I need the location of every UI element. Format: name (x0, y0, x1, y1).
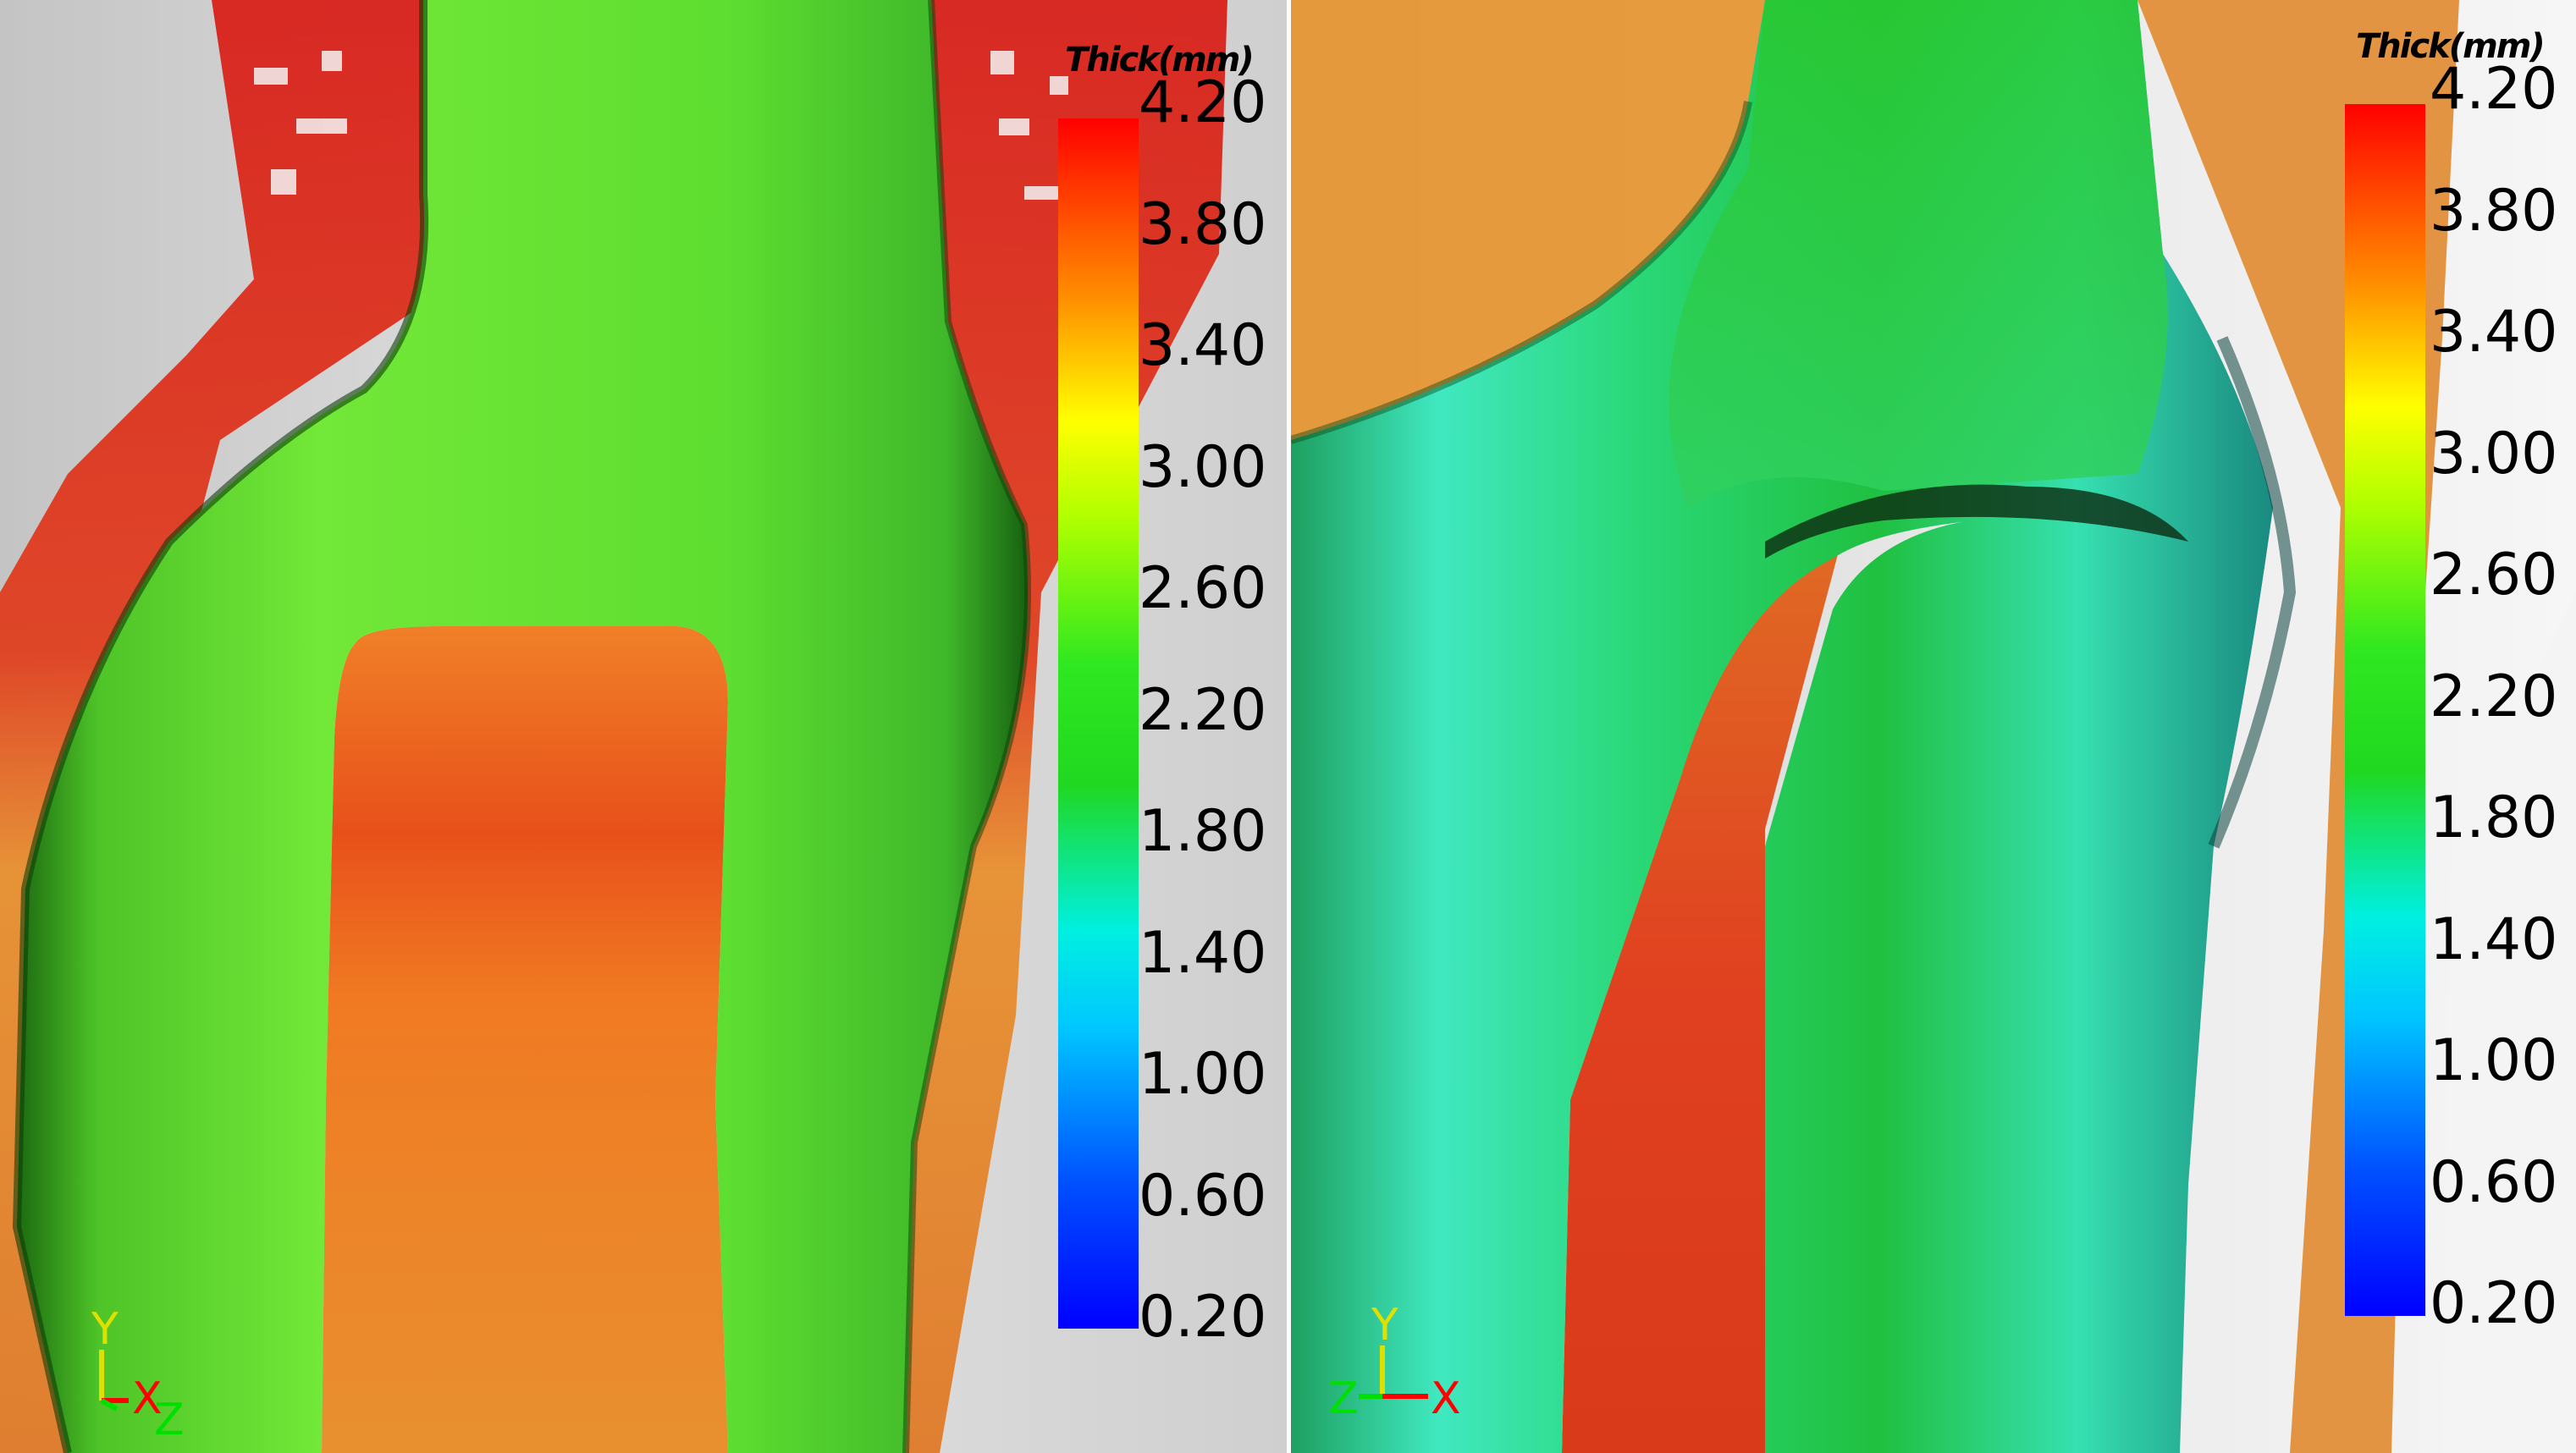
colorbar-tick-label: 0.20 (2430, 1270, 2558, 1337)
left-thickness-view[interactable]: Thick(mm) 4.20 3.80 3.40 3.00 2.60 2.20 1.80 1.… (0, 0, 1287, 1453)
orientation-axes: Y X Z (91, 1304, 185, 1445)
colorbar-tick-label: 0.60 (1139, 1162, 1267, 1230)
orientation-axes: Y X Z (1328, 1300, 1461, 1424)
colorbar-tick-label: 4.20 (1139, 69, 1267, 136)
colorbar-tick-label: 3.80 (2430, 177, 2558, 245)
colorbar-tick-label: 1.40 (1139, 919, 1267, 987)
colorbar-tick-label: 1.80 (1139, 798, 1267, 865)
colorbar-gradient (2345, 104, 2425, 1316)
colorbar-tick-label: 3.00 (1139, 433, 1267, 501)
colorbar-tick-label: 3.40 (1139, 312, 1267, 379)
colorbar-tick-label: 4.20 (2430, 56, 2558, 123)
colorbar-tick-label: 0.20 (1139, 1284, 1267, 1351)
colorbar-tick-label: 2.20 (1139, 676, 1267, 744)
x-axis-label: X (1431, 1373, 1461, 1424)
colorbar-tick-label: 2.20 (2430, 663, 2558, 730)
colorbar-tick-label: 2.60 (2430, 542, 2558, 608)
colorbar-tick-label: 3.80 (1139, 190, 1267, 258)
colorbar-gradient (1058, 118, 1139, 1329)
right-thickness-view[interactable]: Thick(mm) 4.20 3.80 3.40 3.00 2.60 2.20 1.80 1.… (1291, 0, 2576, 1453)
colorbar-tick-label: 1.80 (2430, 784, 2558, 851)
colorbar-tick-label: 3.00 (2430, 420, 2558, 487)
colorbar-tick-label: 0.60 (2430, 1148, 2558, 1216)
z-axis-label: Z (1328, 1373, 1359, 1424)
y-axis-label: Y (91, 1304, 119, 1355)
colorbar-tick-label: 1.00 (1139, 1041, 1267, 1108)
colorbar-tick-label: 1.00 (2430, 1027, 2558, 1094)
z-axis-label: Z (154, 1395, 185, 1445)
y-axis-label: Y (1371, 1300, 1398, 1351)
colorbar-tick-label: 1.40 (2430, 905, 2558, 973)
colorbar-tick-label: 3.40 (2430, 299, 2558, 366)
colorbar-tick-label: 2.60 (1139, 555, 1267, 622)
